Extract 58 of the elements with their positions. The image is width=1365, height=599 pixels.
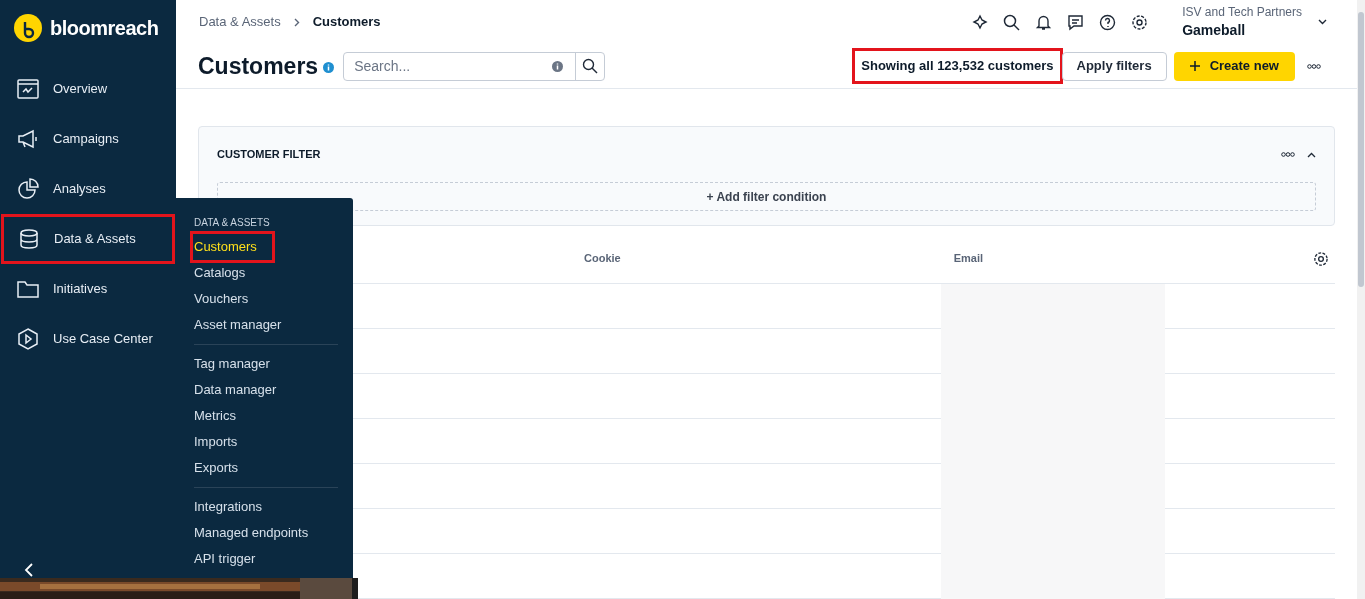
pie-chart-icon [17,178,39,200]
submenu-item[interactable]: Catalogs [194,260,246,286]
megaphone-icon [17,128,39,150]
submenu-item[interactable]: Asset manager [194,312,282,338]
submenu-heading: DATA & ASSETS [194,216,271,230]
logo-text: bloomreach [50,16,159,41]
breadcrumb-link[interactable]: Data & Assets [199,12,281,32]
nav-item[interactable]: Data & Assets [1,214,175,264]
database-icon [18,228,40,250]
panel-title: CUSTOMER FILTER [217,147,321,163]
page-title: Customers [198,51,319,81]
customer-count: Showing all 123,532 customers [855,51,1060,81]
search-field[interactable]: Search... [343,51,606,81]
project-name[interactable]: Gameball [1182,20,1302,40]
settings-icon[interactable] [1313,250,1329,267]
collapse-icon[interactable] [24,563,34,577]
submenu-item[interactable]: Integrations [194,494,262,520]
more-icon[interactable] [1281,152,1295,157]
organization-name: ISV and Tech Partners [1182,4,1302,20]
submenu-item[interactable]: Managed endpoints [194,520,309,546]
folder-icon [17,278,39,300]
create-new-button[interactable]: Create new [1173,51,1295,81]
breadcrumb-current: Customers [312,13,381,32]
nav-item[interactable]: Overview [0,64,176,114]
search-input[interactable]: Search... [344,52,553,80]
sparkle-icon[interactable] [972,14,989,30]
nav-item[interactable]: Analyses [0,164,176,214]
submenu-item[interactable]: Vouchers [194,286,249,312]
column-header: Cookie [584,251,621,267]
info-icon[interactable] [323,62,335,73]
play-icon [17,328,39,350]
submenu-item[interactable]: Exports [194,455,239,481]
bell-icon[interactable] [1035,13,1053,31]
apply-filters-button[interactable]: Apply filters [1061,51,1167,81]
chevron-down-icon[interactable] [1318,19,1327,25]
column-header: Email [953,251,984,267]
search-icon[interactable] [1003,13,1021,31]
info-icon [552,60,564,72]
more-icon[interactable] [1307,63,1321,69]
submenu-item[interactable]: Data manager [194,377,277,403]
scrollbar[interactable] [1357,0,1365,599]
chevron-up-icon[interactable] [1307,151,1316,158]
chart-window-icon [17,78,39,100]
settings-icon[interactable] [1131,13,1149,31]
nav-item[interactable]: Initiatives [0,264,176,314]
submenu-item[interactable]: Metrics [194,403,236,429]
plus-icon [1189,61,1200,71]
help-icon[interactable] [1099,13,1117,31]
chat-icon[interactable] [1067,13,1085,31]
submenu-item[interactable]: Customers [193,234,272,260]
submenu-item[interactable]: Tag manager [194,351,270,377]
nav-item[interactable]: Campaigns [0,114,176,164]
logo-icon [14,14,42,42]
nav-item[interactable]: Use Case Center [0,314,176,364]
chevron-right-icon [293,17,300,27]
submenu-item[interactable]: API trigger [194,546,256,572]
submenu-item[interactable]: Imports [194,429,238,455]
search-icon[interactable] [582,58,599,74]
